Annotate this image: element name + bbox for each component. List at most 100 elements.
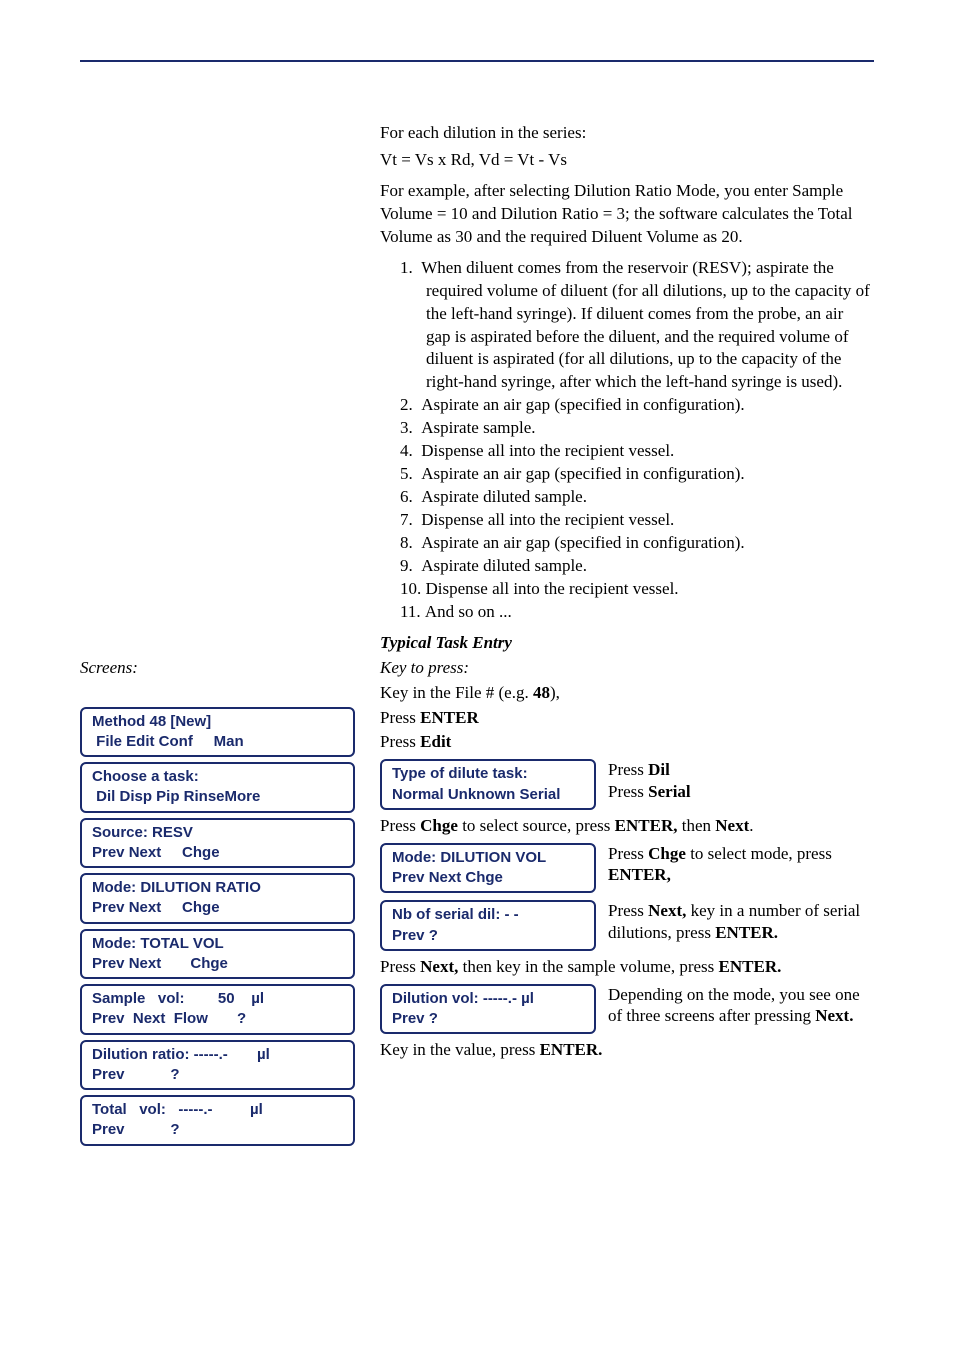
side-mode: Press Chge to select mode, press ENTER, — [608, 841, 870, 886]
t: Next — [715, 816, 749, 835]
lcd-dilution-ratio: Dilution ratio: -----.- µlPrev ? — [80, 1040, 355, 1091]
example-paragraph: For example, after selecting Dilution Ra… — [380, 180, 870, 249]
t: ENTER, — [608, 865, 671, 884]
press-enter: Press ENTER — [380, 707, 870, 730]
t: Next, — [420, 957, 458, 976]
lcd-line: Dil Disp Pip RinseMore — [92, 787, 343, 807]
lcd-mode-total: Mode: TOTAL VOLPrev Next Chge — [80, 929, 355, 980]
step-1-text: When diluent comes from the reservoir (R… — [421, 258, 870, 392]
keyin-value: Key in the value, press ENTER. — [380, 1039, 870, 1062]
step-11-text: And so on ... — [425, 602, 512, 621]
t: Next, — [648, 901, 686, 920]
t: 48 — [533, 683, 550, 702]
lcd-line: Method 48 [New] — [92, 712, 343, 732]
step-7-text: Dispense all into the recipient vessel. — [421, 510, 674, 529]
step-3-text: Aspirate sample. — [421, 418, 535, 437]
lcd-source: Source: RESVPrev Next Chge — [80, 818, 355, 869]
step-9: 9. Aspirate diluted sample. — [400, 555, 870, 578]
t: Press — [608, 901, 648, 920]
lcd-mode-vol: Mode: DILUTION VOLPrev Next Chge — [380, 843, 596, 894]
step-5: 5. Aspirate an air gap (specified in con… — [400, 463, 870, 486]
row-dilution-vol: Dilution vol: -----.- µlPrev ? Depending… — [380, 982, 870, 1037]
lcd-line: Nb of serial dil: - - — [392, 905, 584, 925]
lcd-serial-dil: Nb of serial dil: - -Prev ? — [380, 900, 596, 951]
lcd-line: Dilution ratio: -----.- µl — [92, 1045, 343, 1065]
step-10: 10. Dispense all into the recipient vess… — [400, 578, 870, 601]
t: to select source, press — [458, 816, 615, 835]
lcd-mode-ratio: Mode: DILUTION RATIOPrev Next Chge — [80, 873, 355, 924]
step-11: 11. And so on ... — [400, 601, 870, 624]
step-9-text: Aspirate diluted sample. — [421, 556, 587, 575]
t: to select mode, press — [686, 844, 832, 863]
row-dilute-task: Type of dilute task:Normal Unknown Seria… — [380, 757, 870, 812]
lcd-dilute-task: Type of dilute task:Normal Unknown Seria… — [380, 759, 596, 810]
step-5-text: Aspirate an air gap (specified in config… — [421, 464, 744, 483]
t: ENTER, — [615, 816, 678, 835]
lcd-line: Sample vol: 50 µl — [92, 989, 343, 1009]
lcd-line: Mode: DILUTION VOL — [392, 848, 584, 868]
t: ENTER — [420, 708, 479, 727]
top-rule — [80, 60, 874, 62]
keyin-file: Key in the File # (e.g. 48), — [380, 682, 870, 705]
lcd-line: Source: RESV — [92, 823, 343, 843]
step-6-text: Aspirate diluted sample. — [421, 487, 587, 506]
t: Press — [380, 708, 420, 727]
lcd-line: Prev Next Chge — [392, 868, 584, 888]
step-1: 1. When diluent comes from the reservoir… — [400, 257, 870, 395]
t: ENTER. — [715, 923, 778, 942]
t: Press — [608, 782, 648, 801]
side-dil-serial: Press Dil Press Serial — [608, 757, 870, 802]
left-column: Screens: Method 48 [New] File Edit Conf … — [80, 655, 380, 1151]
t: Press — [380, 957, 420, 976]
screens-label: Screens: — [80, 657, 380, 680]
step-6: 6. Aspirate diluted sample. — [400, 486, 870, 509]
t: Serial — [648, 782, 691, 801]
lcd-method: Method 48 [New] File Edit Conf Man — [80, 707, 355, 758]
lcd-line: Prev ? — [92, 1065, 343, 1085]
step-4-text: Dispense all into the recipient vessel. — [421, 441, 674, 460]
lcd-line: Mode: DILUTION RATIO — [92, 878, 343, 898]
t: Dil — [648, 760, 670, 779]
press-next-sample: Press Next, then key in the sample volum… — [380, 956, 870, 979]
t: Press — [380, 816, 420, 835]
step-4: 4. Dispense all into the recipient vesse… — [400, 440, 870, 463]
lcd-line: Dilution vol: -----.- µl — [392, 989, 584, 1009]
t: ), — [550, 683, 560, 702]
two-column-layout: Screens: Method 48 [New] File Edit Conf … — [80, 655, 874, 1151]
step-10-text: Dispense all into the recipient vessel. — [426, 579, 679, 598]
step-2-text: Aspirate an air gap (specified in config… — [421, 395, 744, 414]
t: . — [749, 816, 753, 835]
lcd-line: Mode: TOTAL VOL — [92, 934, 343, 954]
typical-task-heading: Typical Task Entry — [380, 632, 870, 655]
lcd-line: Prev Next Chge — [92, 954, 343, 974]
t: ENTER. — [540, 1040, 603, 1059]
t: ENTER. — [719, 957, 782, 976]
t: then key in the sample volume, press — [458, 957, 718, 976]
steps-list: 1. When diluent comes from the reservoir… — [380, 257, 870, 624]
t: Press — [608, 760, 648, 779]
row-mode-vol: Mode: DILUTION VOLPrev Next Chge Press C… — [380, 841, 870, 896]
step-8-text: Aspirate an air gap (specified in config… — [421, 533, 744, 552]
lcd-line: Total vol: -----.- µl — [92, 1100, 343, 1120]
lcd-sample-vol: Sample vol: 50 µlPrev Next Flow ? — [80, 984, 355, 1035]
lcd-line: Prev Next Chge — [92, 843, 343, 863]
press-chge-source: Press Chge to select source, press ENTER… — [380, 815, 870, 838]
main-column: For each dilution in the series: Vt = Vs… — [380, 122, 870, 655]
lcd-line: Prev Next Flow ? — [92, 1009, 343, 1029]
t: Press — [608, 844, 648, 863]
step-8: 8. Aspirate an air gap (specified in con… — [400, 532, 870, 555]
side-serial: Press Next, key in a number of serial di… — [608, 898, 870, 943]
t: Chge — [420, 816, 458, 835]
t: Chge — [648, 844, 686, 863]
t: Press — [380, 732, 420, 751]
right-column: Key to press: Key in the File # (e.g. 48… — [380, 655, 870, 1065]
t: Key in the value, press — [380, 1040, 540, 1059]
lcd-line: Normal Unknown Serial — [392, 785, 584, 805]
series-intro: For each dilution in the series: — [380, 122, 870, 145]
lcd-dilution-vol: Dilution vol: -----.- µlPrev ? — [380, 984, 596, 1035]
step-3: 3. Aspirate sample. — [400, 417, 870, 440]
key-to-press: Key to press: — [380, 657, 870, 680]
t: Next. — [815, 1006, 853, 1025]
lcd-line: Prev ? — [392, 1009, 584, 1029]
lcd-line: File Edit Conf Man — [92, 732, 343, 752]
